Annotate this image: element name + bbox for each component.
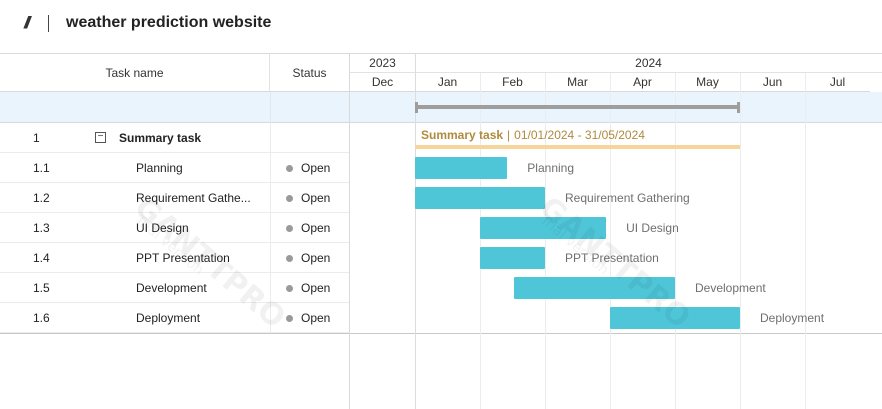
project-row[interactable] bbox=[0, 92, 349, 123]
task-status[interactable]: Open bbox=[301, 191, 330, 205]
double-slash-icon: // bbox=[24, 13, 31, 32]
timeline-year: 2023 bbox=[350, 54, 415, 73]
task-name[interactable]: UI Design bbox=[136, 221, 261, 235]
timeline-month: Apr bbox=[610, 73, 675, 92]
task-number: 1.6 bbox=[33, 311, 50, 325]
task-name[interactable]: Summary task bbox=[119, 131, 244, 145]
task-bar[interactable] bbox=[610, 307, 740, 329]
task-bar-label: Requirement Gathering bbox=[565, 191, 690, 205]
task-number: 1.5 bbox=[33, 281, 50, 295]
timeline-month: Jan bbox=[415, 73, 480, 92]
status-dot-icon bbox=[286, 255, 293, 262]
status-dot-icon bbox=[286, 165, 293, 172]
timeline-gridline bbox=[740, 73, 741, 409]
task-status[interactable]: Open bbox=[301, 251, 330, 265]
task-row[interactable]: 1.3 UI Design Open bbox=[0, 213, 349, 243]
header-divider bbox=[48, 15, 49, 32]
status-dot-icon bbox=[286, 195, 293, 202]
task-row[interactable]: 1.4 PPT Presentation Open bbox=[0, 243, 349, 273]
task-bar-label: Planning bbox=[527, 161, 575, 175]
task-row[interactable]: 1.5 Development Open bbox=[0, 273, 349, 303]
task-grid: Task name Status 1 − Summary task 1.1 Planni… bbox=[0, 54, 350, 409]
timeline-gridline bbox=[805, 73, 806, 409]
task-number: 1 bbox=[33, 131, 40, 145]
task-number: 1.3 bbox=[33, 221, 50, 235]
summary-task-row[interactable]: 1 − Summary task bbox=[0, 123, 349, 153]
timeline-gridline bbox=[480, 73, 481, 409]
task-status[interactable]: Open bbox=[301, 161, 330, 175]
task-number: 1.4 bbox=[33, 251, 50, 265]
task-name[interactable]: Planning bbox=[136, 161, 261, 175]
task-status[interactable]: Open bbox=[301, 281, 330, 295]
task-bar-label: Development bbox=[695, 281, 766, 295]
task-name[interactable]: Deployment bbox=[136, 311, 261, 325]
task-number: 1.2 bbox=[33, 191, 50, 205]
task-bar[interactable] bbox=[415, 187, 545, 209]
timeline-month: May bbox=[675, 73, 740, 92]
collapse-icon[interactable]: − bbox=[95, 132, 106, 143]
project-bar-end bbox=[737, 102, 740, 113]
task-bar-label: Deployment bbox=[760, 311, 825, 325]
status-dot-icon bbox=[286, 285, 293, 292]
task-status[interactable]: Open bbox=[301, 311, 330, 325]
task-bar[interactable] bbox=[480, 217, 607, 239]
task-bar-label: PPT Presentation bbox=[565, 251, 659, 265]
timeline-month: Dec bbox=[350, 73, 415, 92]
app-header: // weather prediction website bbox=[0, 0, 882, 53]
project-bar[interactable] bbox=[415, 105, 740, 109]
timeline-month: Jul bbox=[805, 73, 870, 92]
task-name[interactable]: PPT Presentation bbox=[136, 251, 261, 265]
task-row[interactable]: 1.6 Deployment Open bbox=[0, 303, 349, 333]
timeline-gridline bbox=[610, 73, 611, 409]
timeline-month: Mar bbox=[545, 73, 610, 92]
task-status[interactable]: Open bbox=[301, 221, 330, 235]
timeline-year: 2024 bbox=[415, 54, 882, 73]
task-grid-header: Task name Status bbox=[0, 54, 349, 92]
project-bar-start bbox=[415, 102, 418, 113]
timeline-month: Jun bbox=[740, 73, 805, 92]
project-title[interactable]: weather prediction website bbox=[66, 14, 271, 32]
task-bar-label: UI Design bbox=[626, 221, 679, 235]
column-header-task-name[interactable]: Task name bbox=[0, 54, 270, 92]
task-number: 1.1 bbox=[33, 161, 50, 175]
status-dot-icon bbox=[286, 225, 293, 232]
task-bar[interactable] bbox=[415, 157, 508, 179]
timeline-gridline bbox=[675, 73, 676, 409]
summary-task-label: Summary task | 01/01/2024 - 31/05/2024 bbox=[421, 128, 645, 142]
column-header-status[interactable]: Status bbox=[270, 54, 349, 92]
task-row[interactable]: 1.2 Requirement Gathe... Open bbox=[0, 183, 349, 213]
gantt-chart: Task name Status 1 − Summary task 1.1 Planni… bbox=[0, 53, 882, 409]
timeline-gridline bbox=[545, 73, 546, 409]
status-dot-icon bbox=[286, 315, 293, 322]
task-name[interactable]: Requirement Gathe... bbox=[136, 191, 261, 205]
task-name[interactable]: Development bbox=[136, 281, 261, 295]
timeline: 2023 2024 Dec Jan Feb Mar Apr May Jun Jul Summary … bbox=[350, 54, 882, 409]
timeline-month: Feb bbox=[480, 73, 545, 92]
task-row[interactable]: 1.1 Planning Open bbox=[0, 153, 349, 183]
task-bar[interactable] bbox=[480, 247, 545, 269]
task-bar[interactable] bbox=[513, 277, 675, 299]
summary-task-bar[interactable] bbox=[415, 145, 740, 149]
